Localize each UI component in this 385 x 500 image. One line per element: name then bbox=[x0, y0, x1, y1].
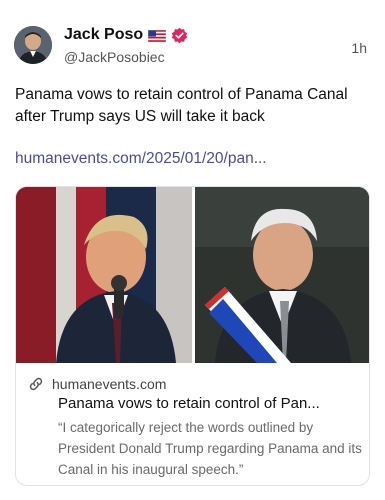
author-handle[interactable]: @JackPosobiec bbox=[64, 49, 165, 65]
avatar-photo bbox=[14, 26, 52, 64]
link-preview-card[interactable]: humanevents.com Panama vows to retain co… bbox=[15, 186, 370, 486]
photo-panama-president bbox=[195, 187, 369, 363]
link-icon bbox=[28, 376, 44, 392]
card-quote: “I categorically reject the words outlin… bbox=[58, 420, 362, 477]
verified-badge-icon bbox=[171, 27, 188, 44]
card-image-row bbox=[16, 187, 369, 363]
photo-donald-trump bbox=[16, 187, 192, 363]
post-timestamp[interactable]: 1h bbox=[351, 40, 367, 56]
us-flag-icon bbox=[147, 29, 167, 43]
card-domain-row: humanevents.com bbox=[28, 376, 166, 392]
card-title[interactable]: Panama vows to retain control of Pan... bbox=[58, 395, 363, 412]
card-domain: humanevents.com bbox=[52, 376, 167, 392]
post-link[interactable]: humanevents.com/2025/01/20/pan... bbox=[15, 150, 267, 168]
post-container: Jack Poso @JackPosobiec 1h Panama vows t… bbox=[0, 0, 385, 500]
author-name-row: Jack Poso bbox=[64, 26, 188, 44]
author-display-name[interactable]: Jack Poso bbox=[64, 26, 143, 44]
author-avatar[interactable] bbox=[14, 26, 52, 64]
post-text: Panama vows to retain control of Panama … bbox=[15, 86, 348, 125]
